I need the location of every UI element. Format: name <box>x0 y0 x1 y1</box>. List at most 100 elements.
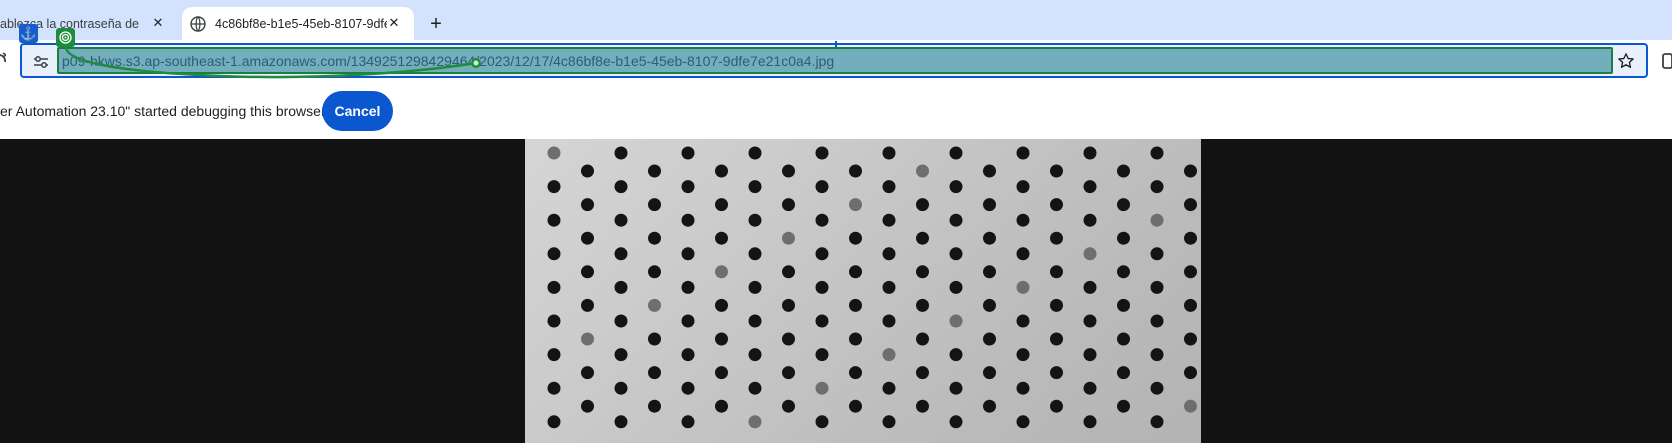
perforation-hole <box>748 381 762 395</box>
perforation-hole <box>949 348 963 362</box>
perforation-hole <box>581 399 594 413</box>
perforation-hole <box>782 265 795 279</box>
tune-icon[interactable] <box>33 54 49 70</box>
perforation-hole <box>1016 381 1030 395</box>
perforation-hole <box>815 146 829 160</box>
perforation-hole <box>715 265 728 279</box>
perforation-hole <box>648 265 661 279</box>
perforation-hole <box>1050 399 1063 413</box>
perforation-hole <box>916 298 929 312</box>
perforation-hole <box>782 366 795 380</box>
perforation-hole <box>715 298 728 312</box>
perforation-hole <box>882 280 896 294</box>
perforation-hole <box>581 298 594 312</box>
perforation-hole <box>916 265 929 279</box>
perforation-hole <box>916 231 929 245</box>
perforation-hole <box>547 247 561 261</box>
perforation-hole <box>949 415 963 429</box>
perforation-hole <box>1184 298 1197 312</box>
perforation-hole <box>648 399 661 413</box>
perforation-hole <box>1150 314 1164 328</box>
address-bar[interactable]: p09-hkws.s3.ap-southeast-1.amazonaws.com… <box>20 43 1648 78</box>
perforation-hole <box>1083 180 1097 194</box>
perforation-hole <box>983 265 996 279</box>
extensions-icon[interactable] <box>1658 52 1672 70</box>
perforation-hole <box>916 332 929 346</box>
infobar-message: er Automation 23.10" started debugging t… <box>0 103 326 119</box>
perforation-hole <box>1083 280 1097 294</box>
perforation-hole <box>1184 366 1197 380</box>
perforation-hole <box>681 348 695 362</box>
perforation-hole <box>1117 366 1130 380</box>
perforation-hole <box>1016 146 1030 160</box>
perforation-hole <box>916 164 929 178</box>
perforation-hole <box>547 180 561 194</box>
cursor-marker <box>835 41 837 47</box>
perforation-hole <box>581 198 594 212</box>
target-icon <box>56 28 75 47</box>
perforation-hole <box>983 399 996 413</box>
cancel-button[interactable]: Cancel <box>322 91 393 131</box>
perforation-hole <box>849 366 862 380</box>
perforation-hole <box>681 247 695 261</box>
perforation-hole <box>1150 180 1164 194</box>
perforation-hole <box>581 332 594 346</box>
perforation-hole <box>648 298 661 312</box>
perforation-hole <box>782 332 795 346</box>
perforation-hole <box>1050 198 1063 212</box>
perforation-hole <box>648 366 661 380</box>
perforation-hole <box>1150 415 1164 429</box>
new-tab-button[interactable]: + <box>422 10 450 38</box>
perforation-hole <box>748 280 762 294</box>
tab-active[interactable]: 4c86bf8e-b1e5-45eb-8107-9dfe ✕ <box>182 7 414 40</box>
perforation-hole <box>882 213 896 227</box>
tab-close-icon[interactable]: ✕ <box>148 13 168 33</box>
perforation-hole <box>1083 415 1097 429</box>
perforation-hole <box>782 164 795 178</box>
perforation-hole <box>849 399 862 413</box>
perforation-hole <box>782 231 795 245</box>
perforation-hole <box>849 198 862 212</box>
perforation-hole <box>882 180 896 194</box>
perforation-hole <box>581 265 594 279</box>
perforation-hole <box>614 213 628 227</box>
perforation-hole <box>1150 381 1164 395</box>
perforation-hole <box>782 298 795 312</box>
perforation-hole <box>614 348 628 362</box>
perforation-hole <box>681 280 695 294</box>
perforation-hole <box>681 381 695 395</box>
perforation-hole <box>614 381 628 395</box>
perforation-hole <box>882 146 896 160</box>
perforation-hole <box>681 314 695 328</box>
perforation-hole <box>614 314 628 328</box>
perforation-hole <box>1117 399 1130 413</box>
perforation-hole <box>882 381 896 395</box>
perforation-hole <box>815 247 829 261</box>
perforation-hole <box>748 314 762 328</box>
perforation-hole <box>983 332 996 346</box>
perforation-hole <box>1117 164 1130 178</box>
perforation-hole <box>1117 198 1130 212</box>
perforation-hole <box>581 366 594 380</box>
perforation-hole <box>648 164 661 178</box>
reload-icon[interactable] <box>0 52 6 68</box>
perforation-hole <box>949 146 963 160</box>
perforation-hole <box>547 213 561 227</box>
perforation-hole <box>983 198 996 212</box>
anchor-icon: ⚓ <box>19 24 38 43</box>
perforation-hole <box>949 314 963 328</box>
perforation-hole <box>815 415 829 429</box>
perforation-hole <box>1016 415 1030 429</box>
perforation-hole <box>1050 298 1063 312</box>
perforation-hole <box>849 265 862 279</box>
tab-close-icon[interactable]: ✕ <box>384 13 404 33</box>
perforation-hole <box>681 180 695 194</box>
star-icon[interactable] <box>1616 51 1636 71</box>
url-text[interactable]: p09-hkws.s3.ap-southeast-1.amazonaws.com… <box>57 47 1613 74</box>
perforation-hole <box>815 180 829 194</box>
perforation-hole <box>815 381 829 395</box>
perforation-hole <box>1083 213 1097 227</box>
perforation-hole <box>1016 348 1030 362</box>
perforation-hole <box>614 415 628 429</box>
perforation-hole <box>1016 213 1030 227</box>
